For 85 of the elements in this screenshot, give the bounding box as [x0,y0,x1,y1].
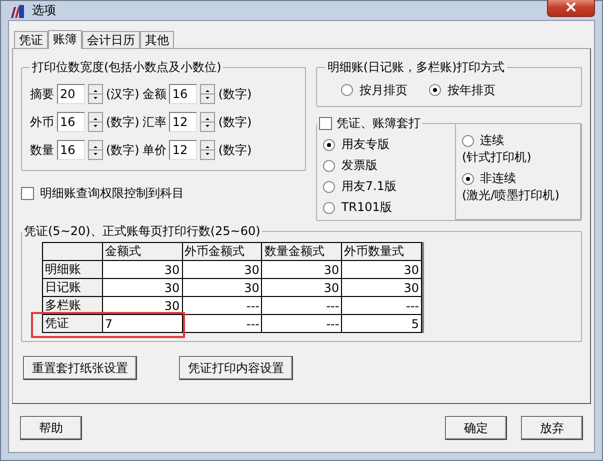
printer-note: (激光/喷墨打印机) [462,188,560,202]
column-header: 数量金额式 [262,242,342,260]
radio-label: 连续 [480,132,504,149]
ok-button[interactable]: 确定 [445,416,507,440]
radio-button[interactable] [462,134,474,146]
field-label: 数量 [30,142,54,158]
spin-button[interactable] [88,84,103,104]
table-cell: 30 [342,278,422,296]
radio-button[interactable] [323,138,336,150]
table-cell: 30 [182,278,262,296]
tab[interactable]: 凭证 [14,31,48,48]
radio-label: 发票版 [341,157,378,174]
unit-label: (数字) [106,114,140,130]
table-cell: --- [182,314,262,332]
radio-button[interactable] [323,160,336,172]
radio-button[interactable] [429,84,442,96]
input-field[interactable]: 16 [57,140,85,160]
spin-button[interactable] [200,112,216,132]
input-field[interactable]: 12 [169,112,198,132]
table-cell: 30 [102,296,182,314]
printer-note: (针式打印机) [462,150,532,164]
input-field[interactable]: 16 [57,112,85,132]
spin-button[interactable] [88,140,103,160]
radio-label: 用友专版 [341,136,390,153]
radio-button[interactable] [323,180,336,192]
group-title: 凭证(5~20)、正式账每页打印行数(25~60) [23,223,262,240]
spin-button[interactable] [200,140,216,160]
close-button[interactable] [547,0,595,17]
radio-label: TR101版 [341,199,392,216]
row-header: 日记账 [42,278,102,296]
header-cell [42,242,102,260]
column-header: 外币金额式 [182,242,262,260]
table-cell[interactable]: 7 [102,314,182,332]
column-header: 外币数量式 [342,242,422,260]
group-title: 打印位数宽度(包括小数点及小数位) [31,59,222,76]
close-icon [566,2,576,12]
radio-label: 按年排页 [447,82,496,98]
checkbox[interactable] [21,187,34,200]
input-field[interactable]: 16 [169,84,198,104]
tab[interactable]: 其他 [140,31,174,48]
input-field[interactable]: 12 [169,140,198,160]
checkbox[interactable] [319,117,332,130]
spin-button[interactable] [88,112,103,132]
field-label: 外币 [30,114,54,130]
radio-label: 用友7.1版 [341,178,396,195]
spin-button[interactable] [200,84,216,104]
table-cell: --- [262,314,342,332]
window-title: 选项 [32,2,57,19]
table-cell: 30 [102,260,182,278]
row-header: 明细账 [42,260,102,278]
table-cell: 30 [262,278,342,296]
table-cell: 30 [262,260,342,278]
settings-button[interactable]: 凭证打印内容设置 [179,356,293,380]
unit-label: (汉字) [106,86,140,102]
tab[interactable]: 账簿 [48,30,82,49]
table-cell: 30 [182,260,262,278]
settings-button[interactable]: 重置套打纸张设置 [23,356,137,380]
radio-label: 按月排页 [359,82,408,98]
field-label: 单价 [142,142,166,158]
unit-label: (数字) [106,142,140,158]
field-label: 汇率 [142,114,166,130]
field-label: 金额 [142,86,166,102]
table-cell: 30 [342,260,422,278]
checkbox-label: 明细账查询权限控制到科目 [40,185,184,202]
table-cell: --- [262,296,342,314]
cancel-button[interactable]: 放弃 [521,416,583,440]
radio-button[interactable] [323,202,336,214]
table-cell: 5 [342,314,422,332]
checkbox-label: 凭证、账簿套打 [336,115,420,132]
group-title: 明细账(日记账，多栏账)打印方式 [326,59,506,76]
books-icon [10,2,26,18]
input-field[interactable]: 20 [57,84,85,104]
radio-button[interactable] [341,84,354,96]
unit-label: (数字) [218,86,252,102]
field-label: 摘要 [30,86,54,102]
radio-button[interactable] [462,172,474,184]
radio-label: 非连续 [480,170,516,187]
table-cell: --- [342,296,422,314]
column-header: 金额式 [102,242,182,260]
table-cell: 30 [102,278,182,296]
unit-label: (数字) [218,114,252,130]
tab[interactable]: 会计日历 [82,31,140,48]
table-cell: --- [182,296,262,314]
unit-label: (数字) [218,142,252,158]
help-button[interactable]: 帮助 [20,416,82,440]
